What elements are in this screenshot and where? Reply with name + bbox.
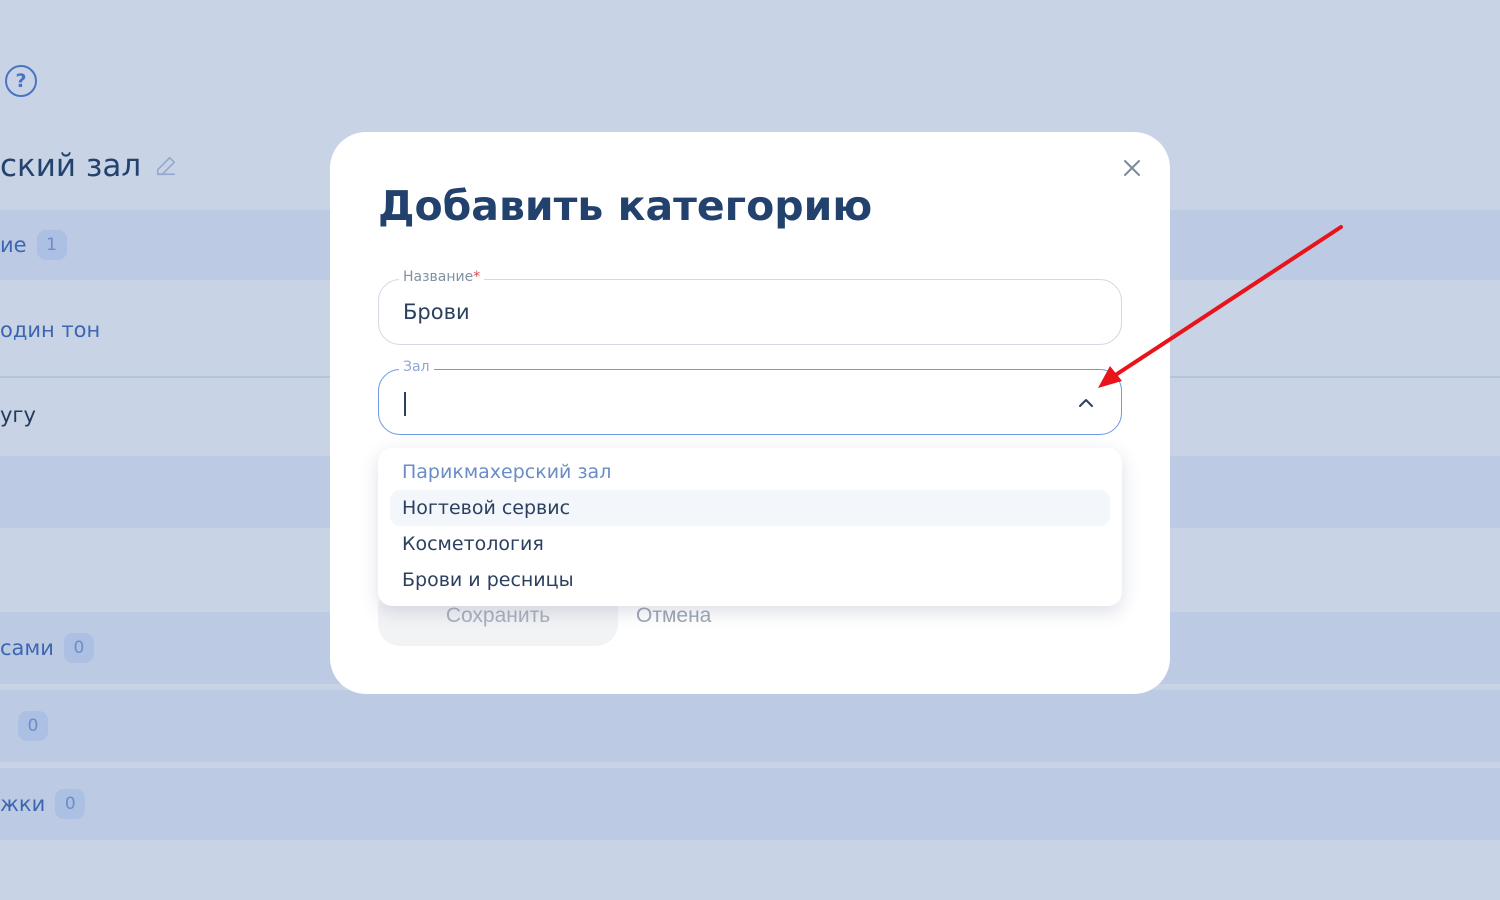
count-badge: 0 bbox=[63, 633, 94, 663]
count-badge: 0 bbox=[55, 789, 86, 819]
list-item-label: сами bbox=[0, 636, 54, 660]
modal-title: Добавить категорию bbox=[378, 182, 873, 230]
required-mark: * bbox=[473, 269, 481, 285]
name-field-value[interactable]: Брови bbox=[403, 300, 470, 324]
dropdown-option[interactable]: Брови и ресницы bbox=[390, 562, 1110, 598]
count-badge: 0 bbox=[18, 711, 48, 741]
hall-dropdown: Парикмахерский зал Ногтевой сервис Косме… bbox=[378, 448, 1122, 606]
list-item-label: угу bbox=[0, 403, 36, 427]
pencil-icon[interactable] bbox=[155, 155, 177, 177]
dropdown-option[interactable]: Ногтевой сервис bbox=[390, 490, 1110, 526]
name-field-label: Название* bbox=[399, 269, 485, 285]
hall-select-label: Зал bbox=[399, 359, 434, 375]
add-category-modal: Добавить категорию Название* Брови Зал С… bbox=[330, 132, 1170, 694]
name-field[interactable]: Название* Брови bbox=[378, 269, 1122, 345]
hall-select[interactable]: Зал bbox=[378, 359, 1122, 435]
list-item-label: жки bbox=[0, 792, 46, 816]
help-icon[interactable]: ? bbox=[5, 65, 37, 97]
dropdown-option[interactable]: Косметология bbox=[390, 526, 1110, 562]
close-button[interactable] bbox=[1118, 154, 1146, 182]
dropdown-option[interactable]: Парикмахерский зал bbox=[390, 454, 1110, 490]
list-item[interactable]: 0 bbox=[0, 690, 1500, 762]
list-item-label: ие bbox=[0, 233, 27, 257]
list-item[interactable]: жки 0 bbox=[0, 768, 1500, 840]
list-item-label: один тон bbox=[0, 318, 101, 342]
chevron-up-icon[interactable] bbox=[1075, 392, 1097, 414]
text-caret bbox=[404, 392, 406, 416]
close-icon bbox=[1124, 160, 1140, 176]
page-title: ский зал bbox=[0, 148, 177, 184]
page-title-text: ский зал bbox=[0, 148, 142, 184]
count-badge: 1 bbox=[36, 230, 67, 260]
